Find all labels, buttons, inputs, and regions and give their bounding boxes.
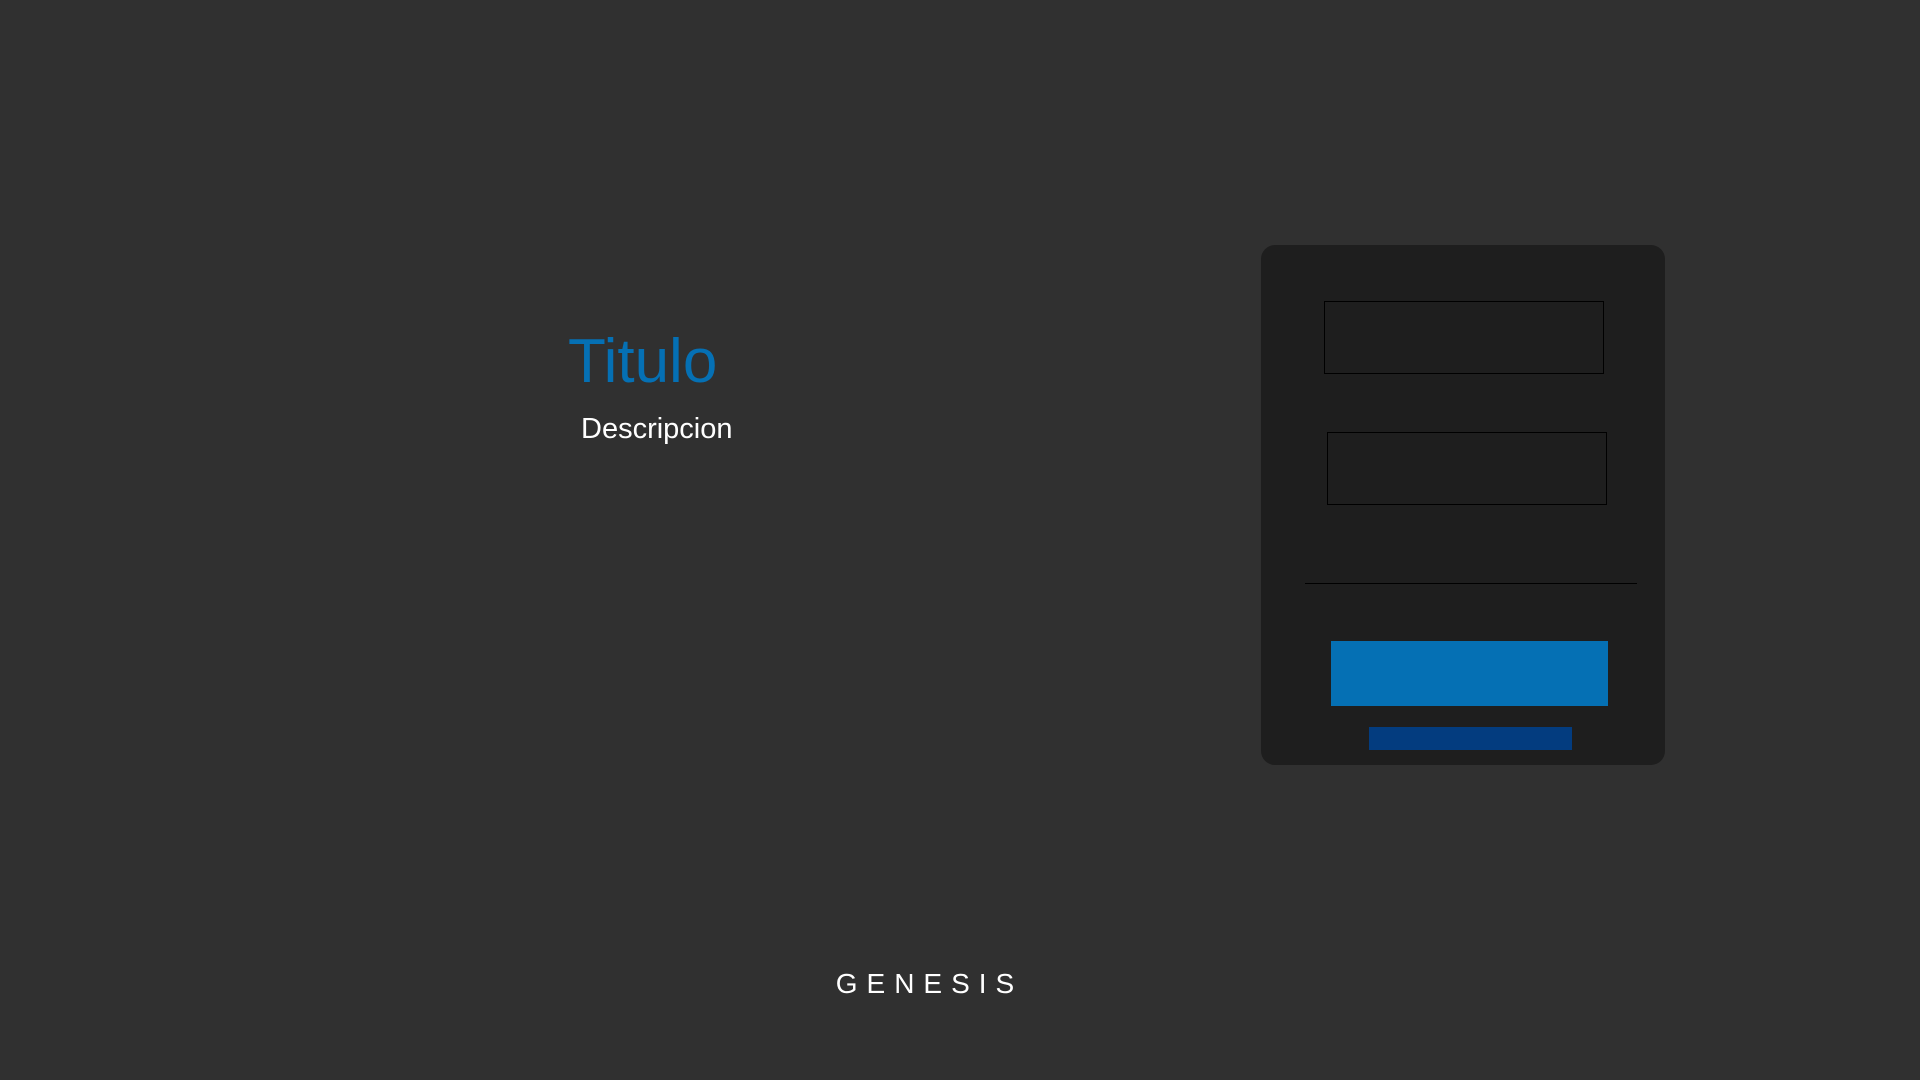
submit-button[interactable] bbox=[1331, 641, 1608, 706]
secondary-link-button[interactable] bbox=[1369, 727, 1572, 750]
page: Titulo Descripcion GENESIS bbox=[0, 0, 1920, 1080]
username-field[interactable] bbox=[1324, 301, 1604, 374]
page-description: Descripcion bbox=[581, 413, 733, 445]
brand-wordmark: GENESIS bbox=[835, 968, 1024, 999]
page-title: Titulo bbox=[568, 327, 718, 396]
login-card bbox=[1261, 245, 1665, 765]
form-divider bbox=[1305, 583, 1637, 584]
password-field[interactable] bbox=[1327, 432, 1607, 505]
